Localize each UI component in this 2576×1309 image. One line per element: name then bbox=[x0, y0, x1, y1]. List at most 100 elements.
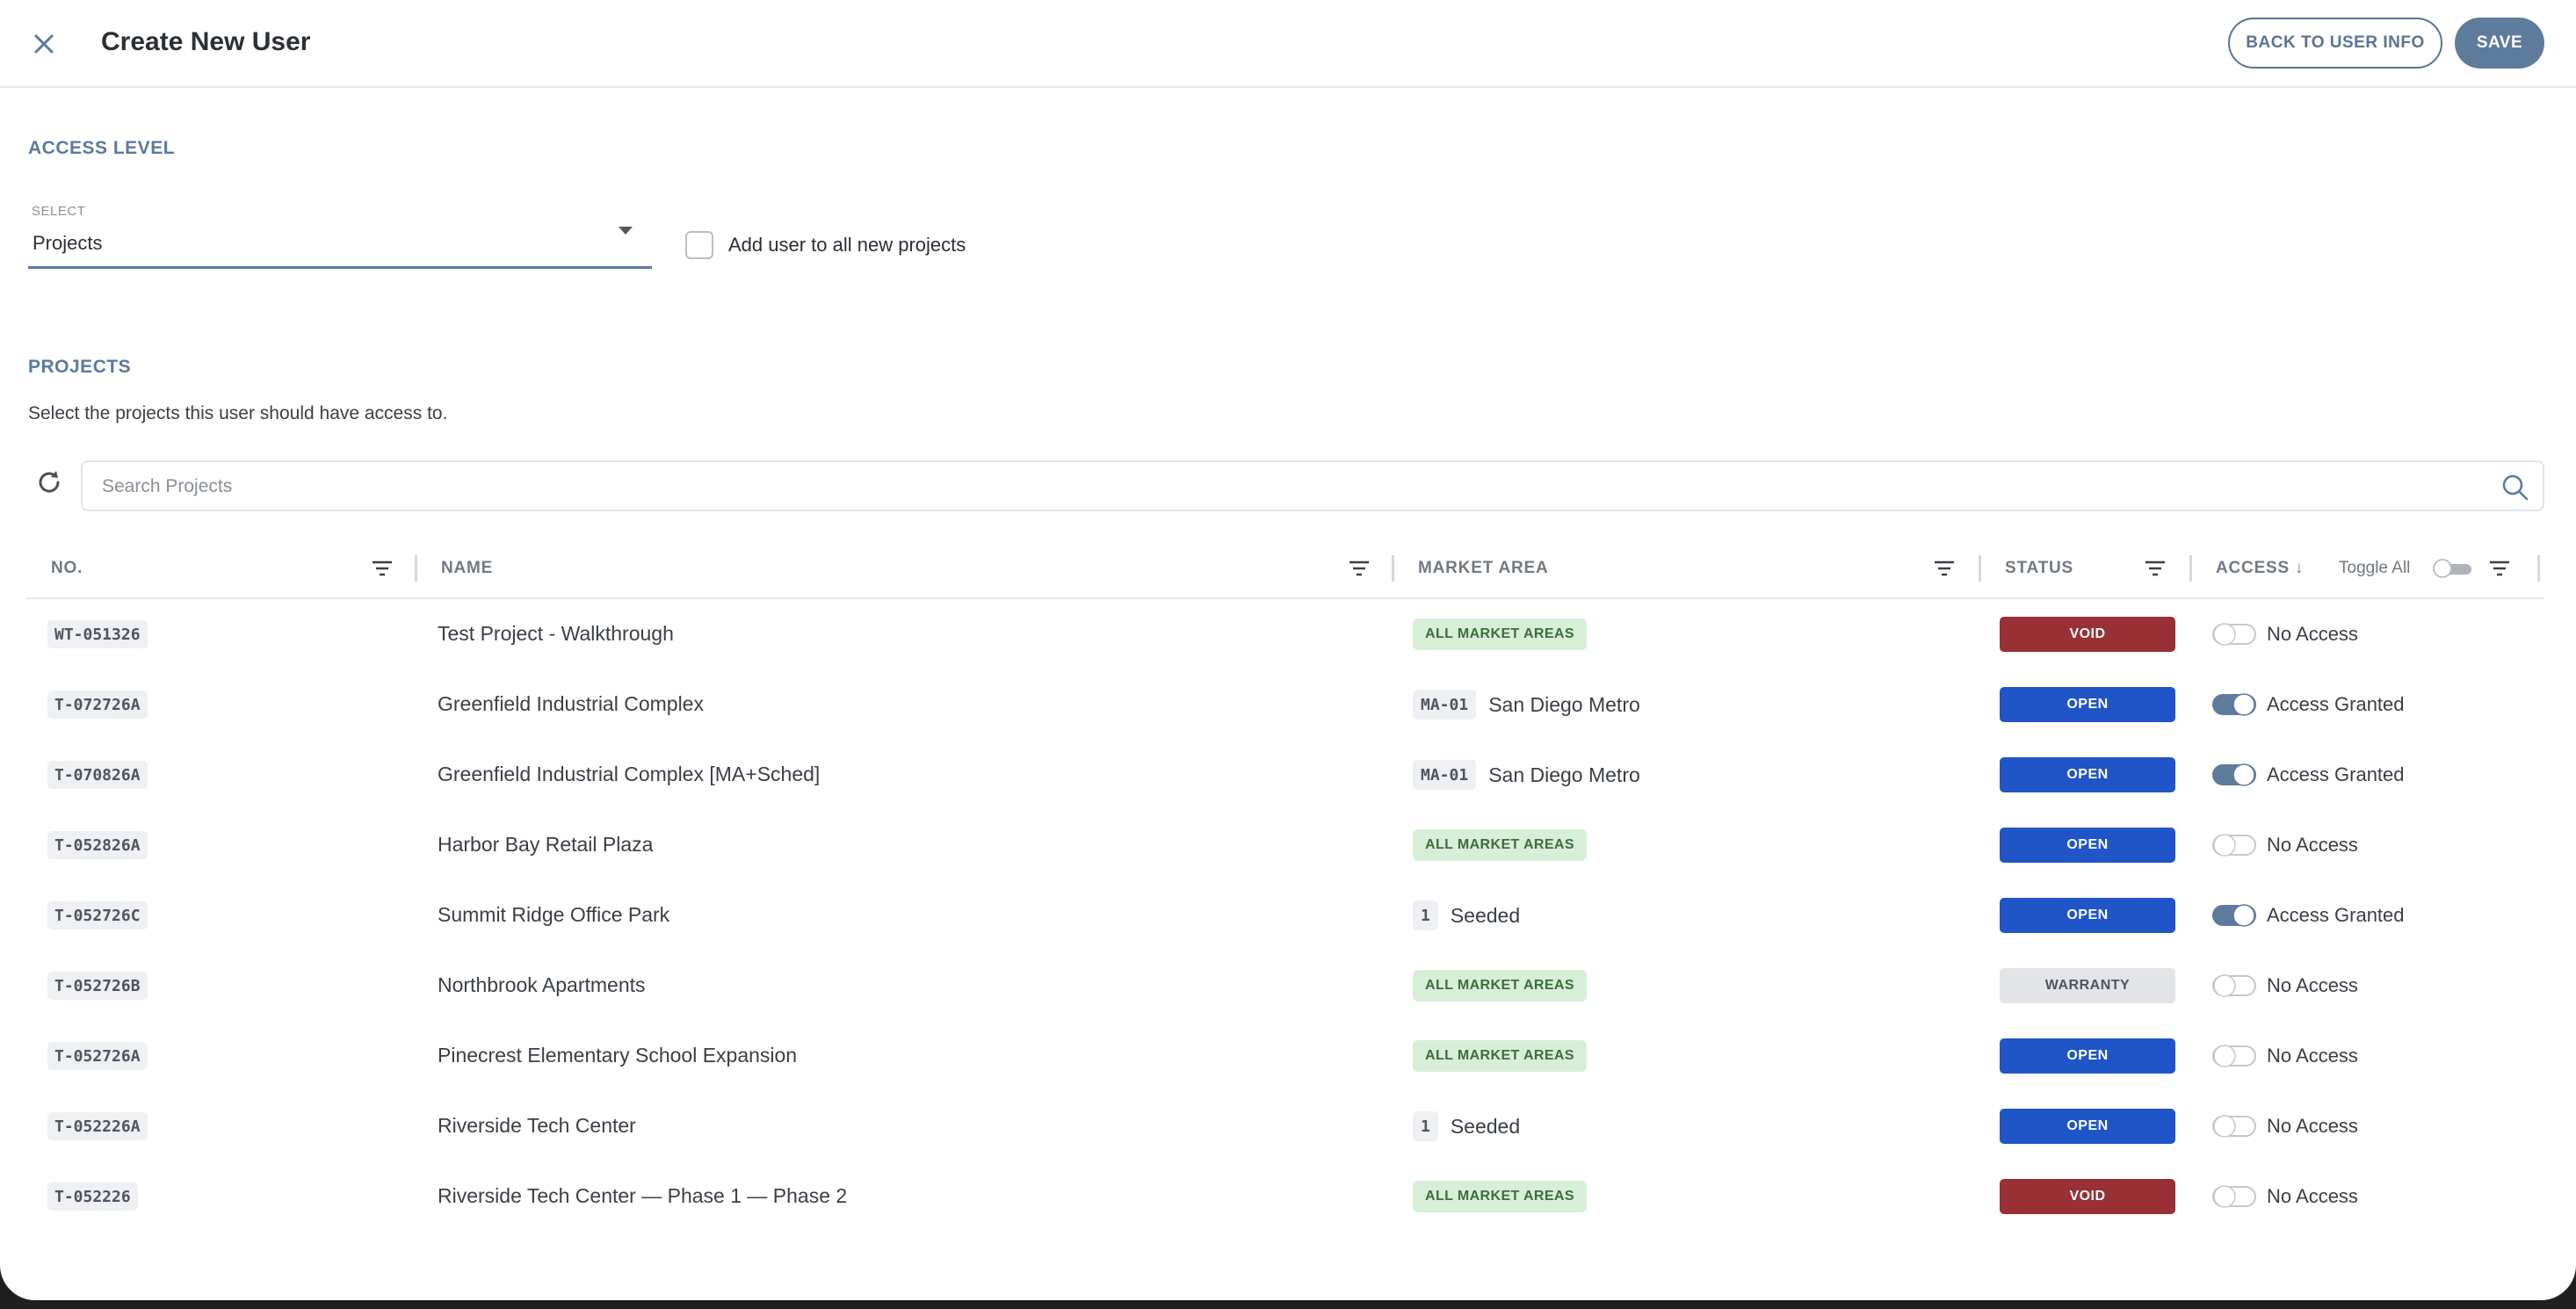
market-area-cell: 1 Seeded bbox=[1413, 1110, 1520, 1142]
column-divider[interactable] bbox=[415, 555, 417, 582]
access-status-text: Access Granted bbox=[2267, 763, 2405, 785]
access-toggle[interactable] bbox=[2211, 901, 2257, 929]
status-badge: OPEN bbox=[2000, 828, 2175, 863]
access-status-text: No Access bbox=[2267, 1185, 2358, 1207]
filter-icon[interactable] bbox=[1931, 555, 1957, 582]
access-toggle[interactable] bbox=[2211, 620, 2257, 648]
table-row[interactable]: T-052726C Summit Ridge Office Park 1 Seeded… bbox=[26, 880, 2544, 951]
project-number-badge: T-052726A bbox=[47, 1042, 148, 1070]
chevron-down-icon bbox=[619, 227, 633, 235]
project-number-badge: T-052226 bbox=[47, 1182, 138, 1211]
project-name: Test Project - Walkthrough bbox=[438, 622, 674, 645]
project-number-badge: T-070826A bbox=[47, 761, 148, 789]
status-badge: WARRANTY bbox=[2000, 968, 2175, 1003]
market-area-cell: 1 Seeded bbox=[1413, 900, 1520, 931]
status-badge: VOID bbox=[2000, 617, 2175, 652]
project-number-badge: T-052826A bbox=[47, 831, 148, 859]
market-area-badge: ALL MARKET AREAS bbox=[1413, 1040, 1587, 1072]
status-badge: OPEN bbox=[2000, 687, 2175, 722]
back-to-user-info-button[interactable]: BACK TO USER INFO bbox=[2228, 18, 2442, 69]
table-row[interactable]: WT-051326 Test Project - Walkthrough ALL M… bbox=[26, 599, 2544, 669]
access-toggle[interactable] bbox=[2211, 691, 2257, 719]
save-button[interactable]: SAVE bbox=[2455, 18, 2544, 69]
column-header-no[interactable]: NO. bbox=[51, 538, 83, 599]
project-name: Harbor Bay Retail Plaza bbox=[438, 833, 654, 856]
search-input[interactable] bbox=[102, 473, 2474, 501]
toggle-all-switch[interactable] bbox=[2431, 557, 2477, 580]
access-toggle[interactable] bbox=[2211, 972, 2257, 1000]
project-name: Riverside Tech Center bbox=[438, 1114, 636, 1137]
column-divider[interactable] bbox=[2189, 555, 2192, 582]
project-number-badge: T-072726A bbox=[47, 691, 148, 719]
refresh-icon[interactable] bbox=[33, 466, 65, 498]
status-badge: OPEN bbox=[2000, 757, 2175, 792]
search-icon[interactable] bbox=[2500, 473, 2530, 503]
table-row[interactable]: T-052726B Northbrook Apartments ALL MARKET… bbox=[26, 951, 2544, 1021]
project-number-badge: T-052726B bbox=[47, 972, 148, 1000]
column-divider[interactable] bbox=[2537, 555, 2540, 582]
access-toggle[interactable] bbox=[2211, 761, 2257, 789]
projects-heading: PROJECTS bbox=[28, 357, 132, 377]
market-area-name: Seeded bbox=[1450, 903, 1521, 927]
table-row[interactable]: T-052226 Riverside Tech Center — Phase 1 … bbox=[26, 1161, 2544, 1232]
column-divider[interactable] bbox=[1392, 555, 1394, 582]
market-area-name: San Diego Metro bbox=[1488, 692, 1640, 716]
column-header-status[interactable]: STATUS bbox=[2005, 538, 2073, 599]
access-status-text: No Access bbox=[2267, 834, 2358, 856]
table-row[interactable]: T-052826A Harbor Bay Retail Plaza ALL MARK… bbox=[26, 810, 2544, 880]
project-name: Greenfield Industrial Complex bbox=[438, 692, 704, 715]
market-area-name: San Diego Metro bbox=[1488, 763, 1640, 786]
project-name: Summit Ridge Office Park bbox=[438, 903, 670, 926]
market-area-badge: ALL MARKET AREAS bbox=[1413, 618, 1587, 650]
filter-icon[interactable] bbox=[1346, 555, 1372, 582]
select-caption: SELECT bbox=[32, 204, 86, 219]
market-area-code-badge: MA-01 bbox=[1413, 690, 1477, 720]
access-status-text: No Access bbox=[2267, 1045, 2358, 1067]
close-icon[interactable] bbox=[26, 26, 62, 61]
status-badge: VOID bbox=[2000, 1179, 2175, 1214]
table-header: NO. NAME MARKET AREA STATUS ACCESS ↓ Tog… bbox=[26, 538, 2544, 599]
project-name: Riverside Tech Center — Phase 1 — Phase … bbox=[438, 1184, 848, 1207]
add-to-new-projects-checkbox[interactable] bbox=[685, 231, 713, 259]
projects-description: Select the projects this user should hav… bbox=[28, 403, 448, 423]
market-area-cell: ALL MARKET AREAS bbox=[1413, 970, 1587, 1002]
access-toggle[interactable] bbox=[2211, 1182, 2257, 1211]
column-divider[interactable] bbox=[1979, 555, 1981, 582]
market-area-code-badge: 1 bbox=[1413, 1111, 1438, 1141]
column-header-market-area[interactable]: MARKET AREA bbox=[1418, 538, 1548, 599]
project-name: Greenfield Industrial Complex [MA+Sched] bbox=[438, 763, 821, 785]
table-row[interactable]: T-070826A Greenfield Industrial Complex [… bbox=[26, 740, 2544, 810]
filter-icon[interactable] bbox=[369, 555, 395, 582]
column-header-access[interactable]: ACCESS ↓ bbox=[2216, 538, 2304, 599]
search-projects-box bbox=[81, 460, 2544, 511]
column-header-name[interactable]: NAME bbox=[441, 538, 493, 599]
access-status-text: Access Granted bbox=[2267, 904, 2405, 926]
access-toggle[interactable] bbox=[2211, 1112, 2257, 1140]
filter-icon[interactable] bbox=[2142, 555, 2168, 582]
table-row[interactable]: T-052226A Riverside Tech Center 1 Seeded OPE… bbox=[26, 1091, 2544, 1161]
status-badge: OPEN bbox=[2000, 1109, 2175, 1144]
access-status-text: No Access bbox=[2267, 974, 2358, 996]
project-number-badge: WT-051326 bbox=[47, 620, 148, 648]
access-toggle[interactable] bbox=[2211, 831, 2257, 859]
market-area-cell: ALL MARKET AREAS bbox=[1413, 618, 1587, 650]
project-number-badge: T-052226A bbox=[47, 1112, 148, 1140]
market-area-badge: ALL MARKET AREAS bbox=[1413, 1181, 1587, 1212]
project-name: Northbrook Apartments bbox=[438, 973, 646, 996]
table-row[interactable]: T-052726A Pinecrest Elementary School Exp… bbox=[26, 1021, 2544, 1091]
filter-icon[interactable] bbox=[2486, 555, 2513, 582]
access-level-select[interactable]: SELECT Projects bbox=[28, 200, 652, 269]
market-area-cell: MA-01 San Diego Metro bbox=[1413, 689, 1640, 720]
market-area-cell: MA-01 San Diego Metro bbox=[1413, 759, 1640, 791]
market-area-cell: ALL MARKET AREAS bbox=[1413, 1181, 1587, 1212]
page-header: Create New User BACK TO USER INFO SAVE bbox=[0, 0, 2576, 88]
market-area-name: Seeded bbox=[1450, 1114, 1521, 1138]
access-toggle[interactable] bbox=[2211, 1042, 2257, 1070]
table-row[interactable]: T-072726A Greenfield Industrial Complex MA… bbox=[26, 669, 2544, 740]
project-number-badge: T-052726C bbox=[47, 901, 148, 929]
market-area-cell: ALL MARKET AREAS bbox=[1413, 829, 1587, 861]
select-value: Projects bbox=[33, 232, 103, 254]
access-status-text: Access Granted bbox=[2267, 693, 2405, 715]
add-to-new-projects-label[interactable]: Add user to all new projects bbox=[728, 234, 966, 257]
project-name: Pinecrest Elementary School Expansion bbox=[438, 1044, 798, 1067]
